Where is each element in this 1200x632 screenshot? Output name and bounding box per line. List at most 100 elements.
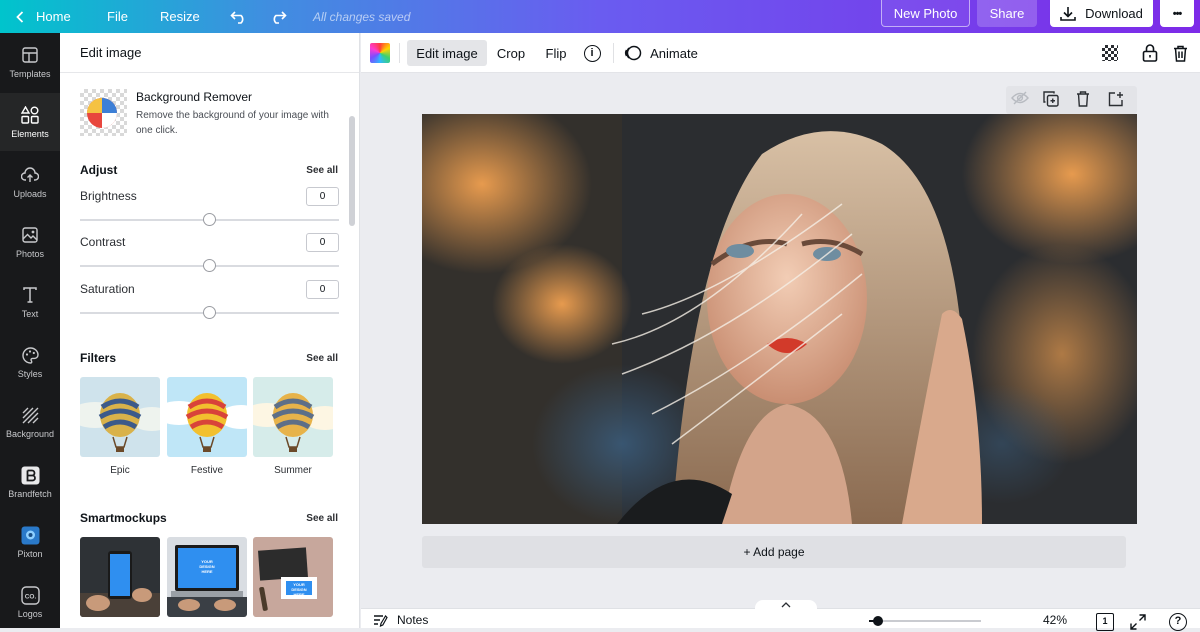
styles-icon [20,345,40,365]
filter-thumb-epic[interactable] [80,377,160,457]
mockup-thumb-stationery[interactable]: YOUR DESIGN HERE [253,537,333,617]
sidebar-item-templates[interactable]: Templates [0,33,60,91]
crop-button[interactable]: Crop [492,40,530,66]
lock-icon [1142,44,1158,62]
file-label: File [107,9,128,24]
filters-see-all-link[interactable]: See all [306,353,338,364]
transparency-button[interactable] [1099,40,1121,66]
sidebar-label-pixton: Pixton [17,549,43,559]
contrast-input[interactable]: 0 [306,233,339,252]
saturation-input[interactable]: 0 [306,280,339,299]
sidebar-label-brandfetch: Brandfetch [8,489,52,499]
page-count: 1 [1102,616,1108,626]
fullscreen-button[interactable] [1130,614,1148,632]
new-photo-label: New Photo [893,5,958,21]
templates-icon [20,45,40,65]
more-icon: ••• [1172,7,1183,20]
zoom-slider-knob[interactable] [873,616,883,626]
download-button[interactable]: Download [1050,0,1153,27]
brightness-slider-knob[interactable] [203,213,216,226]
brightness-label: Brightness [80,189,137,203]
brandfetch-icon [20,465,40,485]
download-icon [1060,6,1076,21]
text-icon [20,285,40,305]
chevron-left-icon [16,10,24,23]
download-label: Download [1085,6,1143,21]
notes-label: Notes [397,613,429,627]
share-button[interactable]: Share [977,0,1037,27]
bottom-bar: Notes 42% 1 ? [361,600,1200,631]
delete-button[interactable] [1169,40,1191,66]
zoom-slider[interactable] [869,620,981,622]
contrast-slider-knob[interactable] [203,259,216,272]
more-options-button[interactable]: ••• [1160,0,1194,27]
zoom-level[interactable]: 42% [1043,613,1067,627]
background-remover-thumbnail [80,89,127,136]
color-swatch-button[interactable] [369,40,391,66]
delete-page-button[interactable] [1076,91,1096,109]
page-count-button[interactable]: 1 [1096,613,1114,631]
crop-label: Crop [496,45,526,61]
saturation-slider-knob[interactable] [203,306,216,319]
photos-icon [20,225,40,245]
design-page-photo[interactable] [422,114,1137,524]
brightness-input[interactable]: 0 [306,187,339,206]
adjust-heading: Adjust [80,163,118,177]
filter-thumb-festive[interactable] [167,377,247,457]
undo-button[interactable] [230,0,248,33]
home-label: Home [36,9,71,24]
page-trash-icon [1076,91,1096,107]
mockup-laptop-text: YOUR DESIGN HERE [199,559,215,574]
sidebar-item-pixton[interactable]: Pixton [0,513,60,571]
background-remover-button[interactable]: Background Remover Remove the background… [80,89,340,137]
duplicate-icon [1043,91,1063,107]
save-status: All changes saved [313,9,411,24]
sidebar-label-text: Text [21,309,39,319]
edit-image-button[interactable]: Edit image [407,40,487,66]
collapse-handle[interactable] [755,600,817,610]
add-page-icon-button[interactable] [1108,91,1128,109]
smartmockups-heading: Smartmockups [80,511,167,525]
hide-page-button[interactable] [1011,91,1031,109]
filter-thumb-summer[interactable] [253,377,333,457]
svg-text:CO.: CO. [24,593,36,600]
toolbar-divider [399,43,400,63]
file-menu-button[interactable]: File [107,0,128,33]
sidebar-item-background[interactable]: Background [0,393,60,451]
animate-button[interactable]: Animate [621,40,701,66]
sidebar-item-styles[interactable]: Styles [0,333,60,391]
resize-button[interactable]: Resize [160,0,200,33]
sidebar-item-logos[interactable]: CO. Logos [0,573,60,631]
smartmockups-see-all-link[interactable]: See all [306,513,338,524]
sidebar-label-background: Background [5,429,55,439]
adjust-see-all-link[interactable]: See all [306,165,338,176]
uploads-icon [20,165,40,185]
panel-scrollbar[interactable] [349,116,355,226]
sidebar-item-text[interactable]: Text [0,273,60,331]
home-button[interactable]: Home [16,0,71,33]
redo-icon [269,10,287,24]
undo-icon [230,10,248,24]
mockup-thumb-laptop[interactable]: YOUR DESIGN HERE [167,537,247,617]
top-bar: Home File Resize All changes saved New P… [0,0,1200,33]
flip-button[interactable]: Flip [540,40,572,66]
help-button[interactable]: ? [1169,613,1187,631]
sidebar-item-uploads[interactable]: Uploads [0,153,60,211]
mockup-thumb-phone[interactable] [80,537,160,617]
edit-image-label: Edit image [416,45,478,61]
sidebar-item-brandfetch[interactable]: Brandfetch [0,453,60,511]
lock-button[interactable] [1139,40,1161,66]
duplicate-page-button[interactable] [1043,91,1063,109]
saturation-label: Saturation [80,282,135,296]
image-info-button[interactable]: i [581,40,603,66]
redo-button[interactable] [269,0,287,33]
chevron-up-icon [781,602,791,608]
toolbar-divider-2 [613,43,614,63]
add-page-button[interactable]: + Add page [422,536,1126,568]
filters-heading: Filters [80,351,117,365]
notes-button[interactable]: Notes [373,613,428,627]
sidebar-item-photos[interactable]: Photos [0,213,60,271]
sidebar-item-elements[interactable]: Elements [0,93,60,151]
flip-label: Flip [545,45,567,61]
new-photo-button[interactable]: New Photo [881,0,970,27]
